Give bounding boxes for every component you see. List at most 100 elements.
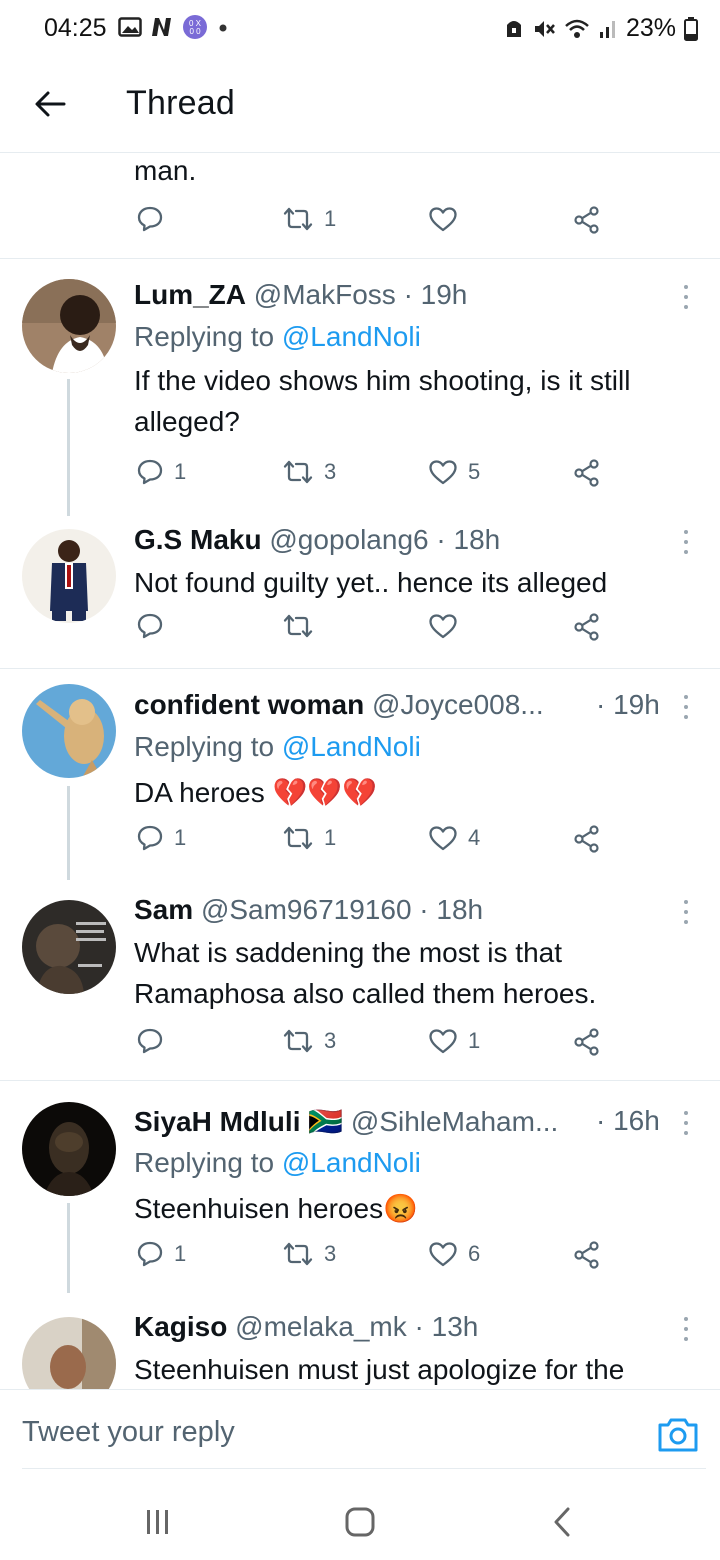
retweet-icon [283, 1242, 313, 1266]
reply-button[interactable] [136, 1027, 164, 1055]
tweet-partial[interactable]: man. 1 [0, 153, 720, 259]
like-button[interactable]: 4 [428, 824, 480, 852]
like-button[interactable]: 5 [428, 458, 480, 486]
like-button[interactable] [428, 612, 458, 640]
like-count: 4 [468, 825, 481, 850]
thread-connector [67, 786, 70, 880]
more-options-button[interactable] [676, 282, 696, 312]
svg-text:0 0: 0 0 [189, 27, 201, 36]
share-icon [574, 1241, 599, 1269]
tweet-item[interactable]: Kagiso @melaka_mk · 13h Steenhuisen must… [0, 1293, 720, 1389]
share-button[interactable] [572, 1027, 602, 1057]
author-handle[interactable]: @melaka_mk [235, 1311, 407, 1342]
like-button[interactable] [428, 205, 458, 233]
replying-to: Replying to @LandNoli [134, 1147, 421, 1179]
heart-icon [429, 826, 457, 851]
author-handle[interactable]: @Sam96719160 [201, 894, 412, 925]
replying-to: Replying to @LandNoli [134, 731, 421, 763]
avatar[interactable] [22, 529, 116, 623]
avatar[interactable] [22, 1102, 116, 1196]
retweet-button[interactable]: 1 [282, 824, 336, 852]
author-handle[interactable]: @Joyce008... [372, 689, 544, 720]
retweet-count: 3 [324, 1028, 337, 1053]
camera-button[interactable] [656, 1414, 700, 1454]
share-button[interactable] [572, 612, 602, 642]
share-icon [574, 459, 599, 487]
share-button[interactable] [572, 1240, 602, 1270]
like-count: 1 [468, 1028, 481, 1053]
reply-button[interactable]: 1 [136, 1240, 186, 1268]
retweet-count: 3 [324, 1241, 337, 1266]
tweet-header: SiyaH Mdluli 🇿🇦 @SihleMaham... [134, 1105, 558, 1138]
battery-percent: 23% [625, 14, 676, 42]
retweet-button[interactable]: 1 [282, 205, 336, 233]
author-handle[interactable]: @SihleMaham... [351, 1106, 558, 1137]
reply-button[interactable] [136, 612, 164, 640]
more-options-button[interactable] [676, 897, 696, 927]
more-options-button[interactable] [676, 692, 696, 722]
home-icon [345, 1507, 375, 1537]
system-back-button[interactable] [542, 1502, 582, 1542]
app-icon: 0 X0 0 [182, 14, 208, 40]
author-name[interactable]: G.S Maku [134, 524, 262, 555]
replying-prefix: Replying to [134, 321, 275, 352]
tweet-item[interactable]: confident woman @Joyce008... · 19h Reply… [0, 669, 720, 880]
author-name[interactable]: Lum_ZA [134, 279, 246, 310]
retweet-count: 1 [324, 206, 337, 231]
thread-feed[interactable]: man. 1 Lum_ZA @MakFoss · 19h Replying to… [0, 153, 720, 1389]
more-options-button[interactable] [676, 1314, 696, 1344]
author-name[interactable]: Sam [134, 894, 193, 925]
system-nav-bar [0, 1480, 720, 1560]
author-name[interactable]: confident woman [134, 689, 364, 720]
reply-button[interactable] [136, 205, 164, 233]
retweet-button[interactable]: 3 [282, 458, 336, 486]
reply-button[interactable]: 1 [136, 824, 186, 852]
share-icon [574, 613, 599, 641]
tweet-time: · 18h [436, 524, 501, 555]
tweet-item[interactable]: SiyaH Mdluli 🇿🇦 @SihleMaham... · 16h Rep… [0, 1081, 720, 1293]
replying-handle-link[interactable]: @LandNoli [282, 321, 421, 352]
reply-button[interactable]: 1 [136, 458, 186, 486]
more-options-button[interactable] [676, 527, 696, 557]
reply-count: 1 [174, 825, 187, 850]
reply-input[interactable]: Tweet your reply [22, 1416, 235, 1449]
more-options-button[interactable] [676, 1108, 696, 1138]
retweet-button[interactable]: 3 [282, 1027, 336, 1055]
like-button[interactable]: 6 [428, 1240, 480, 1268]
comment-icon [137, 206, 163, 232]
avatar[interactable] [22, 1317, 116, 1389]
back-button[interactable] [28, 82, 72, 126]
author-name[interactable]: SiyaH Mdluli [134, 1106, 300, 1137]
author-name[interactable]: Kagiso [134, 1311, 227, 1342]
retweet-button[interactable]: 3 [282, 1240, 336, 1268]
share-button[interactable] [572, 458, 602, 488]
avatar[interactable] [22, 684, 116, 778]
tweet-time: · 19h [403, 279, 468, 310]
home-button[interactable] [340, 1502, 380, 1542]
tweet-item[interactable]: Lum_ZA @MakFoss · 19h Replying to @LandN… [0, 259, 720, 516]
tweet-time: · 19h [596, 689, 660, 720]
like-button[interactable]: 1 [428, 1027, 480, 1055]
retweet-button[interactable] [282, 612, 314, 640]
tweet-header: Kagiso @melaka_mk · 13h [134, 1311, 478, 1343]
thread-connector [67, 1203, 70, 1293]
avatar[interactable] [22, 279, 116, 373]
share-button[interactable] [572, 824, 602, 854]
tweet-item[interactable]: G.S Maku @gopolang6 · 18h Not found guil… [0, 516, 720, 668]
tweet-header: confident woman @Joyce008... [134, 689, 544, 721]
replying-handle-link[interactable]: @LandNoli [282, 731, 421, 762]
heart-icon [429, 614, 457, 639]
heart-icon [429, 1242, 457, 1267]
recents-button[interactable] [138, 1502, 178, 1542]
wifi-icon [564, 18, 590, 40]
avatar[interactable] [22, 900, 116, 994]
tweet-item[interactable]: Sam @Sam96719160 · 18h What is saddening… [0, 880, 720, 1080]
share-button[interactable] [572, 205, 602, 235]
replying-handle-link[interactable]: @LandNoli [282, 1147, 421, 1178]
signal-icon [598, 18, 618, 40]
tweet-text: DA heroes 💔💔💔 [134, 777, 378, 808]
author-handle[interactable]: @gopolang6 [269, 524, 428, 555]
like-count: 5 [468, 459, 481, 484]
author-handle[interactable]: @MakFoss [254, 279, 396, 310]
share-icon [574, 1028, 599, 1056]
